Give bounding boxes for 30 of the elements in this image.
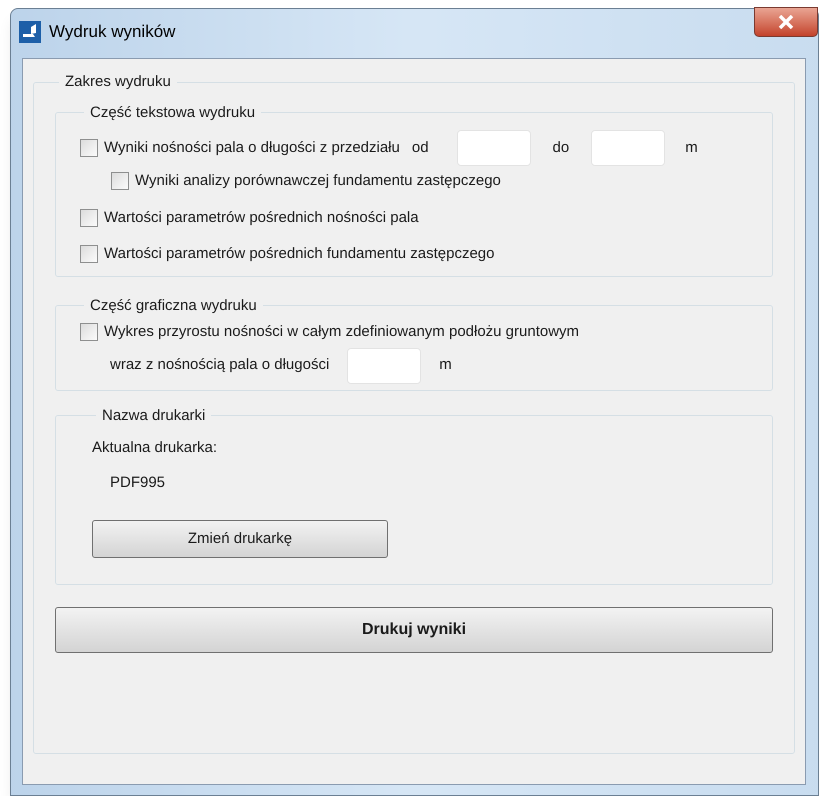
checkbox-label: Wartości parametrów pośrednich fundamentu zastępczego: [104, 244, 494, 264]
field-label: wraz z nośnością pala o długości: [110, 355, 330, 376]
checkbox-label: Wyniki analizy porównawczej fundamentu zastępczego: [135, 171, 501, 191]
input-field[interactable]: [456, 130, 531, 166]
group-title: Nazwa drukarki: [101, 406, 206, 426]
close-button[interactable]: [754, 7, 818, 37]
checkbox[interactable]: [80, 208, 98, 227]
checkbox[interactable]: [111, 172, 129, 190]
checkbox-label: Wykres przyrostu nośności w całym zdefiniowanym podłożu gruntowym: [104, 322, 580, 342]
field-label: do: [552, 138, 570, 158]
unit-label: m: [439, 355, 452, 376]
close-icon: [778, 15, 794, 29]
app-icon: [19, 21, 41, 43]
printer-name: PDF995: [110, 472, 166, 492]
checkbox[interactable]: [80, 245, 98, 264]
change-printer-button[interactable]: Zmień drukarkę: [92, 520, 388, 558]
checkbox[interactable]: [80, 323, 98, 342]
group-title: Część tekstowa wydruku: [89, 102, 256, 122]
print-button[interactable]: Drukuj wyniki: [55, 607, 773, 653]
checkbox-label: Wartości parametrów pośrednich nośności pala: [104, 208, 419, 228]
input-field[interactable]: [591, 130, 666, 166]
field-label: od: [412, 138, 429, 158]
checkbox[interactable]: [80, 139, 98, 157]
unit-label: m: [685, 138, 698, 158]
printer-label: Aktualna drukarka:: [92, 438, 218, 458]
checkbox-label: Wyniki nośności pala o długości z przedziału: [104, 138, 400, 158]
group-title: Zakres wydruku: [64, 72, 172, 92]
window-title: Wydruk wyników: [49, 21, 176, 44]
group-title: Część graficzna wydruku: [89, 296, 258, 316]
input-field[interactable]: [347, 348, 422, 384]
